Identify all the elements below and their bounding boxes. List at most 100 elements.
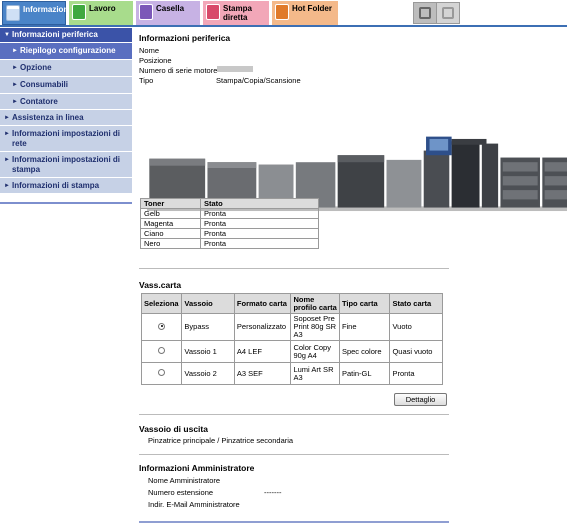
- main-content: Informazioni periferica Nome Posizione N…: [139, 28, 449, 86]
- sidebar-item-label: Informazioni di stampa: [12, 180, 100, 190]
- tray-name: Vassoio 1: [181, 340, 235, 363]
- arrow-right-icon: ►: [12, 65, 18, 71]
- sidebar-item-assistenza-in-linea[interactable]: ► Assistenza in linea: [0, 110, 132, 126]
- device-settings-button[interactable]: [413, 2, 437, 24]
- table-row: Vassoio 2 A3 SEF Lumi Art SR A3 Patin-GL…: [140, 362, 443, 385]
- select-column-header: Seleziona: [140, 293, 183, 314]
- tray-format: Personalizzato: [233, 313, 292, 341]
- tray-format: A4 LEF: [233, 340, 292, 363]
- toner-status: Pronta: [200, 228, 319, 239]
- sidebar-item-opzione[interactable]: ► Opzione: [0, 60, 132, 77]
- toner-color: Magenta: [140, 218, 201, 229]
- output-tray-title: Vassoio di uscita: [139, 424, 208, 434]
- sidebar-item-informazioni-periferica[interactable]: ▼ Informazioni periferica: [0, 28, 132, 43]
- tray-profile: Soposet Pre Print 80g SR A3: [290, 313, 340, 341]
- tray-type: Fine: [338, 313, 391, 341]
- tray-status: Vuoto: [389, 313, 443, 341]
- device-type-label: Tipo: [139, 76, 154, 85]
- device-type-value: Stampa/Copia/Scansione: [216, 76, 301, 85]
- tab-label: Hot Folder: [292, 4, 332, 13]
- tray-radio-vassoio-1[interactable]: [158, 347, 166, 354]
- device-name-label: Nome: [139, 46, 160, 55]
- tab-label: Casella: [156, 4, 185, 13]
- arrow-right-icon: ►: [12, 82, 18, 88]
- sidebar-item-label: Contatore: [20, 96, 58, 106]
- tray-name: Vassoio 2: [181, 362, 235, 385]
- admin-email-label: Indir. E-Mail Amministratore: [148, 500, 240, 509]
- tab-hot-folder[interactable]: Hot Folder: [272, 1, 338, 25]
- tab-bar-divider: [0, 25, 567, 27]
- sidebar-item-label: Informazioni impostazioni di stampa: [12, 154, 120, 174]
- sidebar-item-impostazioni-rete[interactable]: ► Informazioni impostazioni di rete: [0, 126, 132, 152]
- arrow-right-icon: ►: [4, 157, 10, 163]
- direct-print-icon: [206, 4, 220, 20]
- sidebar-item-impostazioni-stampa[interactable]: ► Informazioni impostazioni di stampa: [0, 152, 132, 178]
- tray-profile: Color Copy 90g A4: [290, 340, 340, 363]
- table-row: Bypass Personalizzato Soposet Pre Print …: [140, 313, 443, 341]
- tab-label: Lavoro: [89, 4, 116, 13]
- serial-value-redacted: [217, 66, 253, 72]
- paper-header-row: Seleziona Vassoio Formato carta Nome pro…: [140, 293, 443, 314]
- toner-table: Toner Stato Gelb Pronta Magenta Pronta C…: [140, 198, 319, 249]
- tray-status: Quasi vuoto: [389, 340, 443, 363]
- tray-format: A3 SEF: [233, 362, 292, 385]
- top-tab-bar: Informazione Lavoro Casella Stampa diret…: [0, 0, 567, 27]
- toner-status: Pronta: [200, 208, 319, 219]
- table-row: Magenta Pronta: [140, 218, 319, 229]
- device-position-label: Posizione: [139, 56, 172, 65]
- paper-tray-table: Seleziona Vassoio Formato carta Nome pro…: [140, 293, 443, 385]
- sidebar-item-label: Informazioni periferica: [12, 30, 98, 39]
- device-type-row: Tipo Stampa/Copia/Scansione: [139, 76, 449, 86]
- arrow-right-icon: ►: [12, 48, 18, 54]
- display-button[interactable]: [436, 2, 460, 24]
- device-position-row: Posizione: [139, 56, 449, 66]
- admin-ext-value: -------: [264, 488, 282, 497]
- expanded-arrow-icon: ▼: [4, 32, 10, 38]
- select-cell: [140, 362, 183, 385]
- tray-type: Patin-GL: [338, 362, 391, 385]
- arrow-right-icon: ►: [12, 98, 18, 105]
- admin-ext-label: Numero estensione: [148, 488, 214, 497]
- toner-color: Ciano: [140, 228, 201, 239]
- sidebar-item-consumabili[interactable]: ► Consumabili: [0, 77, 132, 94]
- admin-info-title: Informazioni Amministratore: [139, 463, 255, 473]
- device-info-title: Informazioni periferica: [139, 33, 231, 43]
- admin-name-label: Nome Amministratore: [148, 476, 221, 485]
- sidebar-item-label: Informazioni impostazioni di rete: [12, 128, 120, 148]
- device-settings-icon: [419, 7, 431, 19]
- tab-informazione[interactable]: Informazione: [2, 1, 73, 25]
- toner-status: Pronta: [200, 238, 319, 249]
- tray-radio-bypass[interactable]: [158, 322, 166, 330]
- arrow-right-icon: ►: [4, 114, 10, 121]
- arrow-right-icon: ►: [4, 131, 10, 137]
- toner-color: Nero: [140, 238, 201, 249]
- detail-button[interactable]: Dettaglio: [394, 393, 447, 406]
- tray-name: Bypass: [181, 313, 235, 341]
- divider: [139, 454, 449, 455]
- arrow-right-icon: ►: [4, 182, 10, 189]
- bottom-line: [139, 521, 449, 523]
- tray-type: Spec colore: [338, 340, 391, 363]
- profile-column-header: Nome profilo carta: [290, 293, 340, 314]
- table-row: Ciano Pronta: [140, 228, 319, 239]
- info-icon: [6, 5, 20, 21]
- sidebar-item-label: Opzione: [20, 63, 52, 72]
- tab-stampa-diretta[interactable]: Stampa diretta: [203, 1, 269, 25]
- tab-casella[interactable]: Casella: [136, 1, 200, 25]
- status-column-header: Stato carta: [389, 293, 443, 314]
- output-tray-value: Pinzatrice principale / Pinzatrice secon…: [148, 436, 294, 445]
- tray-column-header: Vassoio: [181, 293, 235, 314]
- sidebar-item-contatore[interactable]: ► Contatore: [0, 94, 132, 110]
- sidebar: ▼ Informazioni periferica ► Riepilogo co…: [0, 28, 132, 194]
- sidebar-bottom-line: [0, 202, 132, 204]
- sidebar-item-informazioni-di-stampa[interactable]: ► Informazioni di stampa: [0, 178, 132, 194]
- tab-lavoro[interactable]: Lavoro: [69, 1, 133, 25]
- table-row: Vassoio 1 A4 LEF Color Copy 90g A4 Spec …: [140, 340, 443, 363]
- table-row: Gelb Pronta: [140, 208, 319, 219]
- type-column-header: Tipo carta: [338, 293, 391, 314]
- sidebar-item-riepilogo-configurazione[interactable]: ► Riepilogo configurazione: [0, 43, 132, 60]
- toner-status: Pronta: [200, 218, 319, 229]
- toner-column-header: Toner: [140, 198, 201, 209]
- divider: [139, 414, 449, 415]
- tray-radio-vassoio-2[interactable]: [158, 369, 166, 376]
